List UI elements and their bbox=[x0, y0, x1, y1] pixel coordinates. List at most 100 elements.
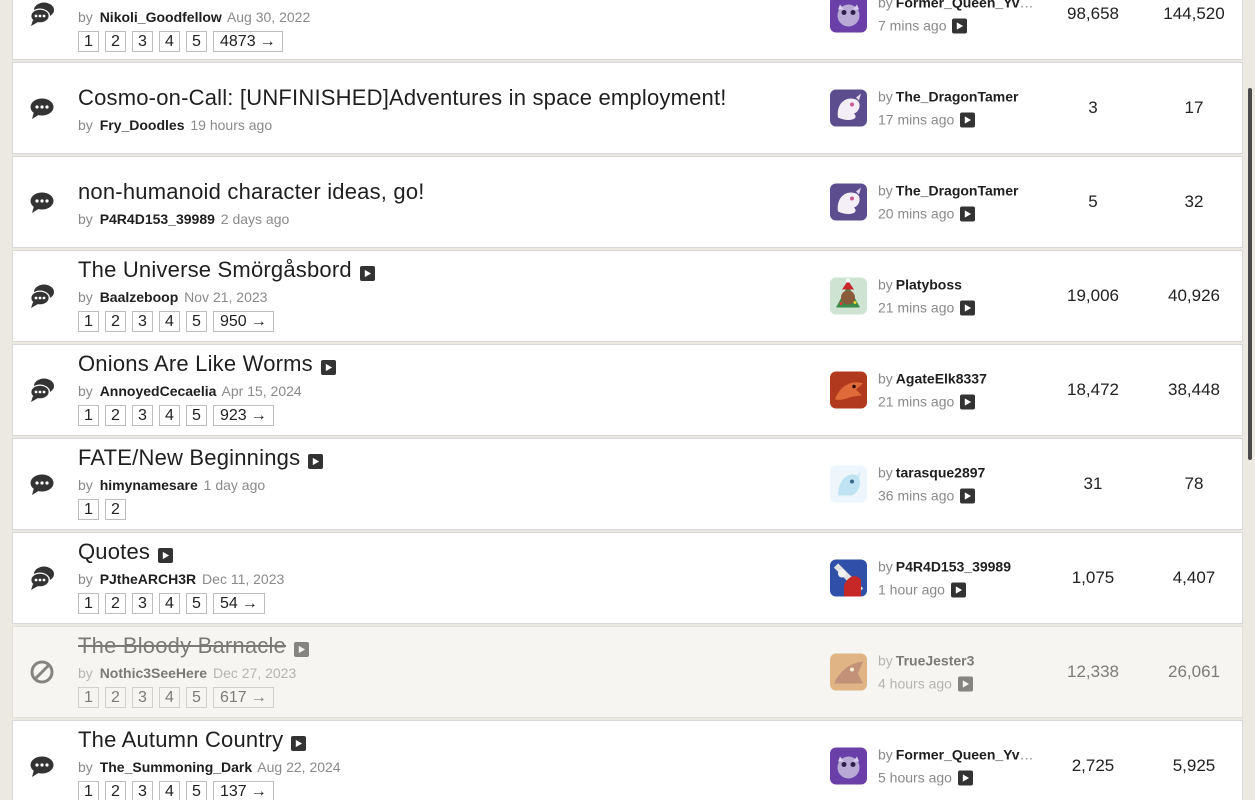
thread-title[interactable]: FATE/New Beginnings bbox=[78, 445, 300, 471]
thread-author[interactable]: Nothic3SeeHere bbox=[100, 665, 207, 681]
go-to-last-post-icon[interactable] bbox=[960, 300, 976, 315]
avatar[interactable] bbox=[830, 277, 867, 315]
page-link[interactable]: 2 bbox=[105, 405, 126, 426]
page-link[interactable]: 4 bbox=[159, 781, 180, 800]
avatar[interactable] bbox=[830, 183, 867, 221]
last-post-user[interactable]: P4R4D153_39989 bbox=[896, 559, 1011, 575]
go-to-last-post-icon[interactable] bbox=[960, 488, 976, 503]
page-link[interactable]: 4 bbox=[159, 311, 180, 332]
thread-title[interactable]: The Universe Smörgåsbord bbox=[78, 257, 352, 283]
page-link[interactable]: 2 bbox=[105, 781, 126, 800]
jump-to-unread-icon[interactable] bbox=[320, 359, 336, 375]
thread-author[interactable]: Fry_Doodles bbox=[100, 117, 185, 133]
thread-row[interactable]: Onions Are Like Worms by AnnoyedCecaelia… bbox=[12, 344, 1243, 436]
go-to-last-post-icon[interactable] bbox=[952, 18, 968, 33]
last-post-time[interactable]: 1 hour ago bbox=[878, 582, 945, 598]
avatar[interactable] bbox=[830, 0, 867, 33]
page-link[interactable]: 3 bbox=[132, 311, 153, 332]
last-post-time[interactable]: 4 hours ago bbox=[878, 676, 952, 692]
page-link[interactable]: 5 bbox=[186, 311, 207, 332]
last-page-link[interactable]: 4873 → bbox=[213, 31, 283, 52]
page-link[interactable]: 2 bbox=[105, 311, 126, 332]
avatar[interactable] bbox=[830, 465, 867, 503]
last-post-user[interactable]: AgateElk8337 bbox=[896, 371, 987, 387]
thread-author[interactable]: PJtheARCH3R bbox=[100, 571, 196, 587]
jump-to-unread-icon[interactable] bbox=[359, 265, 375, 281]
page-link[interactable]: 5 bbox=[186, 593, 207, 614]
thread-title[interactable]: Cosmo-on-Call: [UNFINISHED]Adventures in… bbox=[78, 85, 727, 111]
go-to-last-post-icon[interactable] bbox=[960, 206, 976, 221]
last-post-time[interactable]: 21 mins ago bbox=[878, 394, 954, 410]
jump-to-unread-icon[interactable] bbox=[294, 641, 310, 657]
thread-author[interactable]: AnnoyedCecaelia bbox=[100, 383, 217, 399]
thread-author[interactable]: himynamesare bbox=[100, 477, 198, 493]
thread-row[interactable]: The Autumn Country by The_Summoning_Dark… bbox=[12, 720, 1243, 800]
page-link[interactable]: 5 bbox=[186, 31, 207, 52]
page-link[interactable]: 5 bbox=[186, 781, 207, 800]
thread-row[interactable]: by Nikoli_Goodfellow Aug 30, 2022 123454… bbox=[12, 0, 1243, 60]
thread-author[interactable]: Baalzeboop bbox=[100, 289, 179, 305]
last-post-time[interactable]: 5 hours ago bbox=[878, 770, 952, 786]
page-link[interactable]: 1 bbox=[78, 781, 99, 800]
thread-row[interactable]: FATE/New Beginnings by himynamesare 1 da… bbox=[12, 438, 1243, 530]
last-post-user[interactable]: The_DragonTamer bbox=[896, 183, 1019, 199]
thread-title[interactable]: The Autumn Country bbox=[78, 727, 283, 753]
page-link[interactable]: 2 bbox=[105, 687, 126, 708]
avatar[interactable] bbox=[830, 747, 867, 785]
page-link[interactable]: 4 bbox=[159, 31, 180, 52]
jump-to-unread-icon[interactable] bbox=[308, 453, 324, 469]
last-post-user[interactable]: The_DragonTamer bbox=[896, 89, 1019, 105]
page-link[interactable]: 1 bbox=[78, 499, 99, 520]
page-link[interactable]: 2 bbox=[105, 499, 126, 520]
avatar[interactable] bbox=[830, 89, 867, 127]
last-post-user[interactable]: tarasque2897 bbox=[896, 465, 986, 481]
page-link[interactable]: 4 bbox=[159, 405, 180, 426]
page-link[interactable]: 2 bbox=[105, 593, 126, 614]
page-link[interactable]: 3 bbox=[132, 405, 153, 426]
thread-author[interactable]: The_Summoning_Dark bbox=[100, 759, 252, 775]
avatar[interactable] bbox=[830, 559, 867, 597]
thread-author[interactable]: P4R4D153_39989 bbox=[100, 211, 215, 227]
last-page-link[interactable]: 137 → bbox=[213, 781, 274, 800]
thread-row[interactable]: The Universe Smörgåsbord by Baalzeboop N… bbox=[12, 250, 1243, 342]
last-page-link[interactable]: 54 → bbox=[213, 593, 265, 614]
last-page-link[interactable]: 923 → bbox=[213, 405, 274, 426]
last-post-time[interactable]: 17 mins ago bbox=[878, 112, 954, 128]
page-link[interactable]: 1 bbox=[78, 593, 99, 614]
last-post-user[interactable]: Platyboss bbox=[896, 277, 962, 293]
thread-title[interactable]: The Bloody Barnacle bbox=[78, 633, 286, 659]
page-link[interactable]: 5 bbox=[186, 687, 207, 708]
thread-title[interactable]: non-humanoid character ideas, go! bbox=[78, 179, 425, 205]
last-post-time[interactable]: 20 mins ago bbox=[878, 206, 954, 222]
page-link[interactable]: 1 bbox=[78, 405, 99, 426]
thread-row[interactable]: non-humanoid character ideas, go! by P4R… bbox=[12, 156, 1243, 248]
last-post-time[interactable]: 7 mins ago bbox=[878, 18, 946, 34]
thread-title[interactable]: Onions Are Like Worms bbox=[78, 351, 313, 377]
last-post-time[interactable]: 21 mins ago bbox=[878, 300, 954, 316]
page-link[interactable]: 1 bbox=[78, 31, 99, 52]
go-to-last-post-icon[interactable] bbox=[957, 676, 973, 691]
last-post-user[interactable]: Former_Queen_Yvo... bbox=[896, 0, 1038, 11]
page-link[interactable]: 1 bbox=[78, 687, 99, 708]
page-link[interactable]: 4 bbox=[159, 593, 180, 614]
go-to-last-post-icon[interactable] bbox=[957, 770, 973, 785]
go-to-last-post-icon[interactable] bbox=[960, 112, 976, 127]
thread-title[interactable]: Quotes bbox=[78, 539, 150, 565]
page-link[interactable]: 3 bbox=[132, 31, 153, 52]
page-link[interactable]: 3 bbox=[132, 687, 153, 708]
page-link[interactable]: 2 bbox=[105, 31, 126, 52]
page-link[interactable]: 1 bbox=[78, 311, 99, 332]
page-link[interactable]: 4 bbox=[159, 687, 180, 708]
thread-row[interactable]: The Bloody Barnacle by Nothic3SeeHere De… bbox=[12, 626, 1243, 718]
page-link[interactable]: 3 bbox=[132, 593, 153, 614]
thread-row[interactable]: Cosmo-on-Call: [UNFINISHED]Adventures in… bbox=[12, 62, 1243, 154]
go-to-last-post-icon[interactable] bbox=[960, 394, 976, 409]
scrollbar[interactable] bbox=[1248, 88, 1252, 460]
last-post-time[interactable]: 36 mins ago bbox=[878, 488, 954, 504]
jump-to-unread-icon[interactable] bbox=[158, 547, 174, 563]
page-link[interactable]: 5 bbox=[186, 405, 207, 426]
page-link[interactable]: 3 bbox=[132, 781, 153, 800]
thread-row[interactable]: Quotes by PJtheARCH3R Dec 11, 2023 12345… bbox=[12, 532, 1243, 624]
avatar[interactable] bbox=[830, 653, 867, 691]
last-post-user[interactable]: TrueJester3 bbox=[896, 653, 975, 669]
